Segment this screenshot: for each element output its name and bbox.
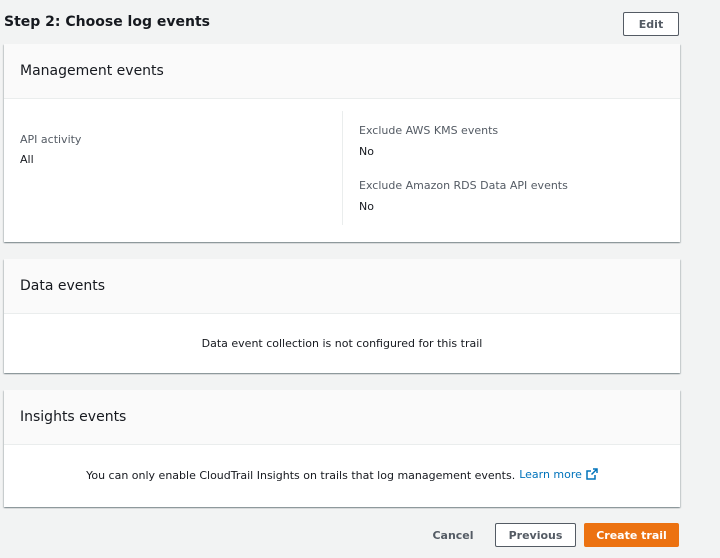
- management-events-header: Management events: [4, 44, 680, 99]
- insights-events-panel: Insights events You can only enable Clou…: [4, 390, 680, 507]
- step-title: Step 2: Choose log events: [4, 14, 210, 30]
- management-events-body: API activity All Exclude AWS KMS events …: [4, 99, 680, 241]
- learn-more-link[interactable]: Learn more: [519, 468, 598, 483]
- exclude-rds-label: Exclude Amazon RDS Data API events: [359, 179, 568, 192]
- cancel-button[interactable]: Cancel: [425, 523, 481, 547]
- data-events-header: Data events: [4, 259, 680, 314]
- external-link-icon[interactable]: [586, 468, 598, 483]
- review-page: Step 2: Choose log events Edit Managemen…: [0, 0, 720, 558]
- insights-events-header: Insights events: [4, 390, 680, 445]
- data-events-panel: Data events Data event collection is not…: [4, 259, 680, 373]
- exclude-rds-value: No: [359, 200, 374, 213]
- insights-events-body: You can only enable CloudTrail Insights …: [4, 445, 680, 506]
- api-activity-label: API activity: [20, 133, 82, 146]
- create-trail-button[interactable]: Create trail: [584, 523, 679, 547]
- management-events-panel: Management events API activity All Exclu…: [4, 44, 680, 242]
- learn-more-label[interactable]: Learn more: [519, 468, 582, 481]
- column-divider: [342, 111, 343, 225]
- exclude-kms-label: Exclude AWS KMS events: [359, 124, 499, 137]
- data-events-message: Data event collection is not configured …: [201, 336, 483, 350]
- api-activity-value: All: [20, 153, 34, 166]
- previous-button[interactable]: Previous: [495, 523, 576, 547]
- data-events-body: Data event collection is not configured …: [4, 314, 680, 372]
- edit-button[interactable]: Edit: [623, 12, 679, 36]
- insights-message: You can only enable CloudTrail Insights …: [86, 469, 516, 482]
- exclude-kms-value: No: [359, 145, 374, 158]
